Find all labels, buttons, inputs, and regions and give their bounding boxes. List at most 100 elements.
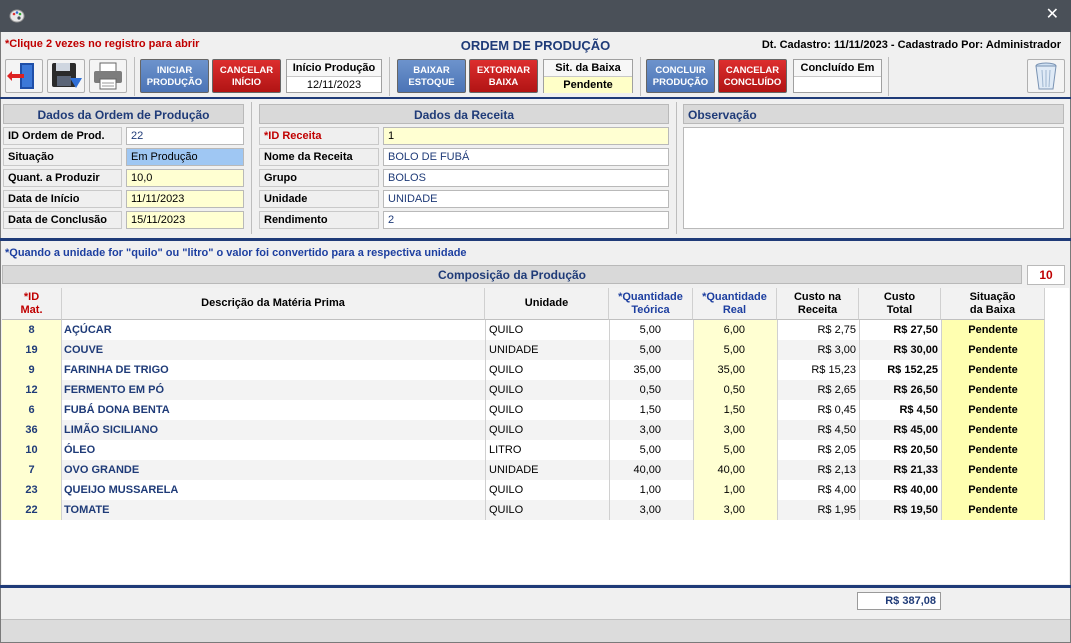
concluido-em-box: Concluído Em (793, 59, 882, 93)
cell-unit: QUILO (485, 400, 609, 420)
table-row[interactable]: 19 COUVE UNIDADE 5,00 5,00 R$ 3,00 R$ 30… (2, 340, 1045, 360)
situacao-field[interactable]: Em Produção (126, 148, 244, 166)
cell-id: 6 (2, 400, 62, 420)
delete-button[interactable] (1027, 59, 1065, 93)
close-window-button[interactable]: ✕ (1046, 7, 1059, 23)
table-row[interactable]: 9 FARINHA DE TRIGO QUILO 35,00 35,00 R$ … (2, 360, 1045, 380)
data-conclusao-field[interactable]: 15/11/2023 (126, 211, 244, 229)
cell-qr[interactable]: 0,50 (693, 380, 777, 400)
cell-sit: Pendente (941, 380, 1045, 400)
extornar-baixa-label-2: BAIXA (488, 77, 519, 88)
cell-desc: FUBÁ DONA BENTA (64, 404, 170, 416)
observacao-textarea[interactable] (683, 127, 1064, 229)
cell-ct: R$ 27,50 (859, 320, 941, 340)
cancelar-inicio-button[interactable]: CANCELAR INÍCIO (212, 59, 281, 93)
quant-produzir-label: Quant. a Produzir (3, 169, 122, 187)
col-header-qt[interactable]: *Quantidade Teórica (609, 288, 693, 320)
rendimento-label: Rendimento (259, 211, 379, 229)
col-header-ct[interactable]: Custo Total (859, 288, 941, 320)
cell-qr[interactable]: 5,00 (693, 440, 777, 460)
cell-sit: Pendente (941, 500, 1045, 520)
cell-sit: Pendente (941, 400, 1045, 420)
col-header-qt-line2: Teórica (631, 303, 670, 316)
table-row[interactable]: 36 LIMÃO SICILIANO QUILO 3,00 3,00 R$ 4,… (2, 420, 1045, 440)
data-inicio-field[interactable]: 11/11/2023 (126, 190, 244, 208)
col-header-id[interactable]: *ID Mat. (2, 288, 62, 320)
cell-qt: 1,50 (609, 400, 693, 420)
cell-ct: R$ 40,00 (859, 480, 941, 500)
cell-cr: R$ 4,00 (777, 480, 859, 500)
exit-button[interactable] (5, 59, 43, 93)
id-ordem-field[interactable]: 22 (126, 127, 244, 145)
cell-cr: R$ 0,45 (777, 400, 859, 420)
cell-qr[interactable]: 6,00 (693, 320, 777, 340)
table-row[interactable]: 6 FUBÁ DONA BENTA QUILO 1,50 1,50 R$ 0,4… (2, 400, 1045, 420)
quant-produzir-field[interactable]: 10,0 (126, 169, 244, 187)
cell-unit: QUILO (485, 500, 609, 520)
baixar-estoque-button[interactable]: BAIXAR ESTOQUE (397, 59, 466, 93)
table-row[interactable]: 22 TOMATE QUILO 3,00 3,00 R$ 1,95 R$ 19,… (2, 500, 1045, 520)
cancelar-concluido-button[interactable]: CANCELAR CONCLUÍDO (718, 59, 787, 93)
data-conclusao-label: Data de Conclusão (3, 211, 122, 229)
cancelar-inicio-label-2: INÍCIO (231, 77, 262, 88)
table-row[interactable]: 10 ÓLEO LITRO 5,00 5,00 R$ 2,05 R$ 20,50… (2, 440, 1045, 460)
cell-qr[interactable]: 5,00 (693, 340, 777, 360)
cell-qr[interactable]: 3,00 (693, 420, 777, 440)
nome-receita-field[interactable]: BOLO DE FUBÁ (383, 148, 669, 166)
col-header-unit[interactable]: Unidade (485, 288, 609, 320)
observacao-title: Observação (683, 104, 1064, 124)
cell-qr[interactable]: 3,00 (693, 500, 777, 520)
col-header-ct-line2: Total (886, 303, 913, 316)
unidade-field[interactable]: UNIDADE (383, 190, 669, 208)
trash-bin-icon (1035, 62, 1057, 90)
cell-qt: 3,00 (609, 500, 693, 520)
id-receita-field[interactable]: 1 (383, 127, 669, 145)
save-button[interactable] (47, 59, 85, 93)
iniciar-producao-button[interactable]: INICIAR PRODUÇÃO (140, 59, 209, 93)
cell-unit: QUILO (485, 420, 609, 440)
concluir-producao-button[interactable]: CONCLUIR PRODUÇÃO (646, 59, 715, 93)
iniciar-producao-label-1: INICIAR (156, 65, 193, 76)
cell-sit: Pendente (941, 320, 1045, 340)
print-button[interactable] (89, 59, 127, 93)
cell-qt: 0,50 (609, 380, 693, 400)
iniciar-producao-label-2: PRODUÇÃO (146, 77, 203, 88)
col-header-desc-text: Descrição da Matéria Prima (201, 297, 345, 309)
col-header-desc[interactable]: Descrição da Matéria Prima (62, 288, 485, 320)
cell-cr: R$ 2,05 (777, 440, 859, 460)
cell-sit: Pendente (941, 340, 1045, 360)
cell-qr[interactable]: 40,00 (693, 460, 777, 480)
grupo-field[interactable]: BOLOS (383, 169, 669, 187)
cell-qt: 5,00 (609, 320, 693, 340)
concluido-em-value (794, 77, 881, 93)
extornar-baixa-label-1: EXTORNAR (476, 65, 531, 76)
cell-qr[interactable]: 35,00 (693, 360, 777, 380)
cell-qr[interactable]: 1,00 (693, 480, 777, 500)
cell-unit: UNIDADE (485, 460, 609, 480)
cell-ct: R$ 21,33 (859, 460, 941, 480)
sit-baixa-label: Sit. da Baixa (544, 60, 632, 77)
table-row[interactable]: 12 FERMENTO EM PÓ QUILO 0,50 0,50 R$ 2,6… (2, 380, 1045, 400)
composicao-title: Composição da Produção (2, 265, 1022, 284)
cell-ct: R$ 4,50 (859, 400, 941, 420)
toolbar-separator (640, 57, 641, 96)
table-row[interactable]: 23 QUEIJO MUSSARELA QUILO 1,00 1,00 R$ 4… (2, 480, 1045, 500)
table-row[interactable]: 7 OVO GRANDE UNIDADE 40,00 40,00 R$ 2,13… (2, 460, 1045, 480)
status-bar (1, 619, 1070, 642)
inicio-producao-box: Início Produção 12/11/2023 (286, 59, 382, 93)
extornar-baixa-button[interactable]: EXTORNAR BAIXA (469, 59, 538, 93)
col-header-unit-text: Unidade (524, 297, 569, 309)
table-row[interactable]: 8 AÇÚCAR QUILO 5,00 6,00 R$ 2,75 R$ 27,5… (2, 320, 1045, 340)
col-header-sit[interactable]: Situação da Baixa (941, 288, 1045, 320)
concluido-em-label: Concluído Em (794, 60, 881, 77)
cell-id: 8 (2, 320, 62, 340)
col-header-cr[interactable]: Custo na Receita (777, 288, 859, 320)
col-header-qr[interactable]: *Quantidade Real (693, 288, 777, 320)
receita-section-title: Dados da Receita (259, 104, 669, 124)
cadastro-info: Dt. Cadastro: 11/11/2023 - Cadastrado Po… (761, 39, 1061, 51)
cell-ct: R$ 152,25 (859, 360, 941, 380)
col-header-qr-line1: *Quantidade (702, 290, 767, 303)
rendimento-field[interactable]: 2 (383, 211, 669, 229)
unidade-label: Unidade (259, 190, 379, 208)
cell-qr[interactable]: 1,50 (693, 400, 777, 420)
